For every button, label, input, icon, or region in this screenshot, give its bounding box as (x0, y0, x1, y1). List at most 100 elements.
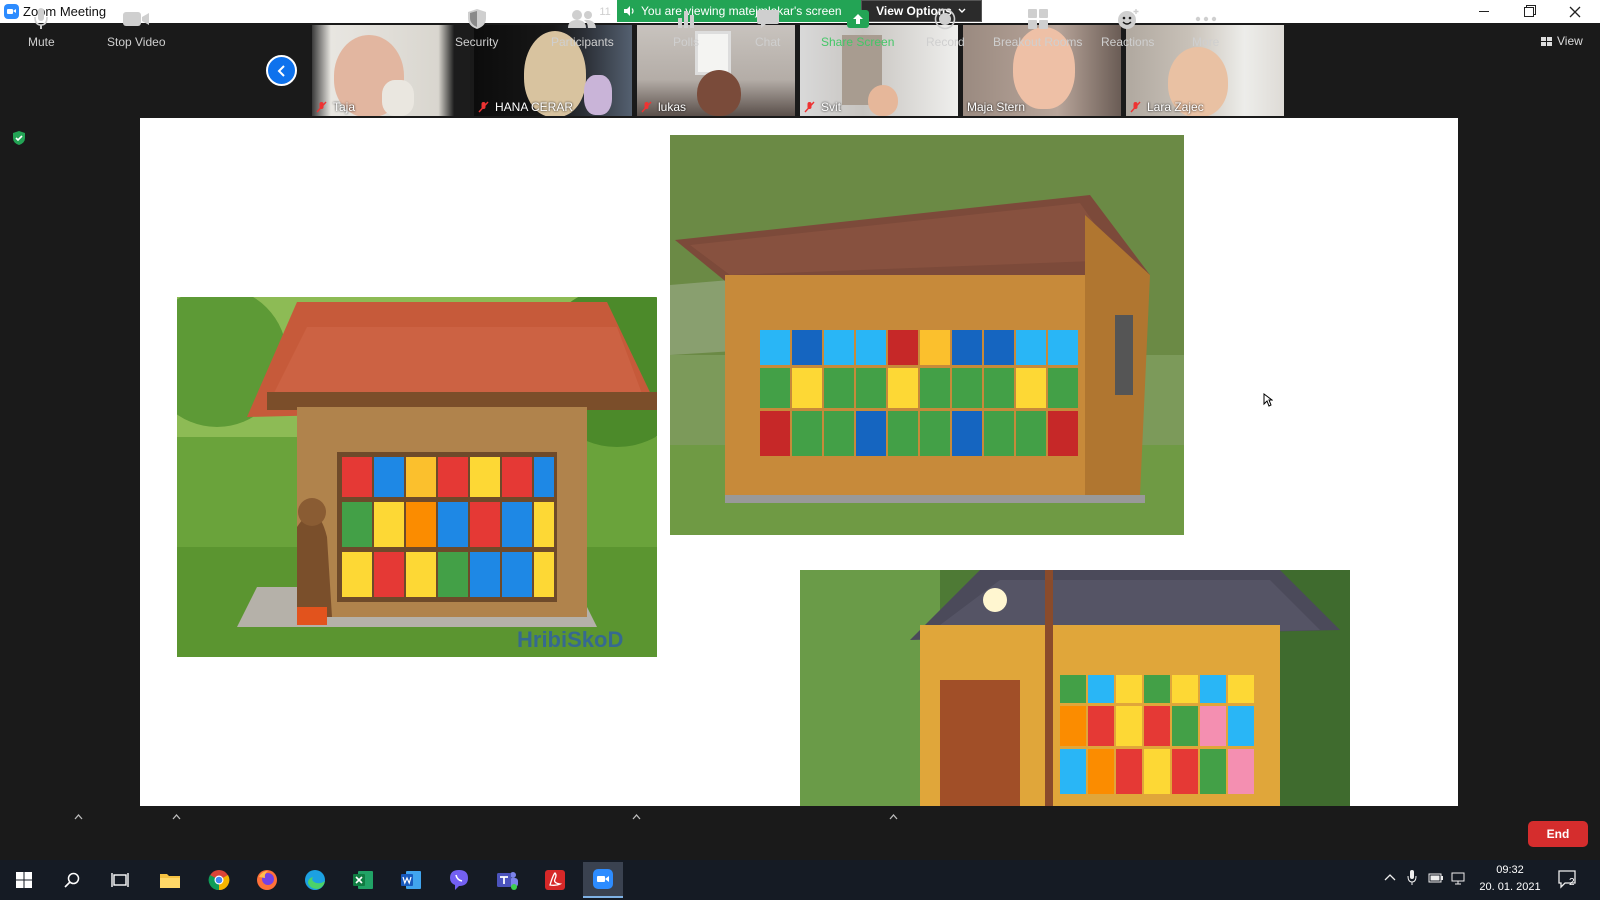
microphone-tray-button[interactable] (1407, 870, 1417, 888)
security-button[interactable]: Security (455, 6, 498, 49)
participants-icon (568, 10, 597, 28)
show-hidden-icons-button[interactable] (1384, 870, 1396, 884)
participants-options-caret[interactable] (632, 812, 641, 822)
speaker-icon (624, 6, 634, 16)
folder-icon (160, 874, 180, 888)
participant-face (868, 85, 898, 116)
notification-center-button[interactable]: 2 (1557, 869, 1579, 889)
firefox-icon (257, 870, 277, 890)
participant-name: Taja (316, 100, 355, 114)
firefox-button[interactable] (247, 864, 287, 896)
shared-screen: HribiSkoD (140, 118, 1458, 806)
zoom-taskbar-button[interactable] (583, 862, 623, 898)
edge-icon (305, 870, 325, 890)
viber-icon (450, 870, 468, 890)
word-button[interactable] (391, 864, 431, 896)
acrobat-icon (545, 870, 565, 890)
network-tray-button[interactable] (1451, 872, 1467, 888)
edge-button[interactable] (295, 864, 335, 896)
task-view-icon (111, 873, 129, 887)
search-icon (64, 872, 80, 888)
breakout-rooms-icon (1027, 9, 1048, 29)
windows-taskbar (0, 860, 1600, 900)
battery-tray-button[interactable] (1428, 872, 1444, 887)
zoom-window: Zoom Meeting You are viewing matejmlakar… (0, 0, 1600, 900)
search-button[interactable] (52, 864, 92, 896)
apiary-photo (800, 570, 1350, 806)
end-meeting-button[interactable]: End (1528, 821, 1588, 847)
mic-muted-icon (316, 101, 327, 113)
clock-date: 20. 01. 2021 (1479, 881, 1541, 893)
mic-muted-icon (641, 101, 652, 113)
share-options-caret[interactable] (889, 812, 898, 822)
apiary-photo (670, 135, 1184, 535)
mic-muted-icon (1130, 101, 1141, 113)
audio-options-caret[interactable] (74, 812, 83, 822)
word-icon (401, 871, 421, 889)
acrobat-button[interactable] (535, 864, 575, 896)
chrome-button[interactable] (199, 864, 239, 896)
view-layout-button[interactable]: View (1541, 34, 1583, 48)
record-icon (935, 8, 956, 30)
video-tile[interactable]: Taja (312, 25, 470, 116)
more-icon (1195, 16, 1216, 22)
mic-muted-icon (478, 101, 489, 113)
minimize-button[interactable] (1461, 0, 1507, 23)
microphone-icon (34, 8, 49, 29)
notification-count: 2 (1569, 877, 1575, 888)
zoom-icon (593, 869, 613, 889)
chevron-up-icon (172, 814, 181, 820)
toy (584, 75, 612, 115)
participant-name: Svit (804, 100, 841, 114)
zoom-app-icon (4, 4, 19, 19)
network-icon (1451, 872, 1465, 885)
close-icon (1569, 6, 1581, 17)
share-screen-icon (846, 10, 869, 28)
encryption-shield-icon[interactable] (12, 130, 26, 146)
viber-button[interactable] (439, 864, 479, 896)
chevron-up-icon (74, 814, 83, 820)
gallery-previous-button[interactable] (266, 55, 297, 86)
start-button[interactable] (4, 864, 44, 896)
more-button[interactable]: More (1192, 6, 1219, 49)
battery-icon (1428, 873, 1443, 883)
clock-time: 09:32 (1496, 864, 1524, 876)
smiley-icon (1117, 9, 1139, 29)
file-explorer-button[interactable] (150, 864, 190, 896)
windows-logo-icon (16, 872, 32, 888)
microphone-icon (1407, 870, 1417, 885)
participant-face (697, 70, 741, 116)
stop-video-button[interactable]: Stop Video (107, 6, 166, 49)
chrome-icon (208, 870, 230, 891)
chevron-up-icon (1384, 874, 1396, 881)
excel-button[interactable] (343, 864, 383, 896)
sharing-text: You are viewing matejmlakar's screen (641, 4, 842, 18)
mute-button[interactable]: Mute (28, 6, 55, 49)
hand (382, 80, 414, 116)
reactions-button[interactable]: Reactions (1101, 6, 1154, 49)
share-screen-button[interactable]: Share Screen (821, 6, 894, 49)
chevron-up-icon (889, 814, 898, 820)
meeting-toolbar (0, 806, 1600, 860)
excel-icon (353, 871, 373, 889)
shield-icon (467, 9, 486, 29)
participants-button[interactable]: 11 Participants (551, 6, 614, 49)
taskbar-clock[interactable]: 09:32 20. 01. 2021 (1470, 862, 1550, 896)
video-options-caret[interactable] (172, 812, 181, 822)
chevron-up-icon (632, 814, 641, 820)
participant-name: HANA CERAR (478, 100, 573, 114)
chevron-left-icon (277, 64, 285, 77)
task-view-button[interactable] (100, 864, 140, 896)
polls-icon (678, 11, 694, 28)
teams-button[interactable] (487, 864, 527, 896)
polls-button[interactable]: Polls (673, 6, 699, 49)
video-camera-icon (123, 12, 150, 26)
restore-button[interactable] (1506, 0, 1552, 23)
teams-icon (497, 872, 518, 890)
window (695, 31, 731, 75)
breakout-rooms-button[interactable]: Breakout Rooms (993, 6, 1082, 49)
record-button[interactable]: Record (926, 6, 965, 49)
chat-button[interactable]: Chat (755, 6, 780, 49)
close-button[interactable] (1552, 0, 1598, 23)
mouse-cursor-icon (1263, 393, 1273, 407)
